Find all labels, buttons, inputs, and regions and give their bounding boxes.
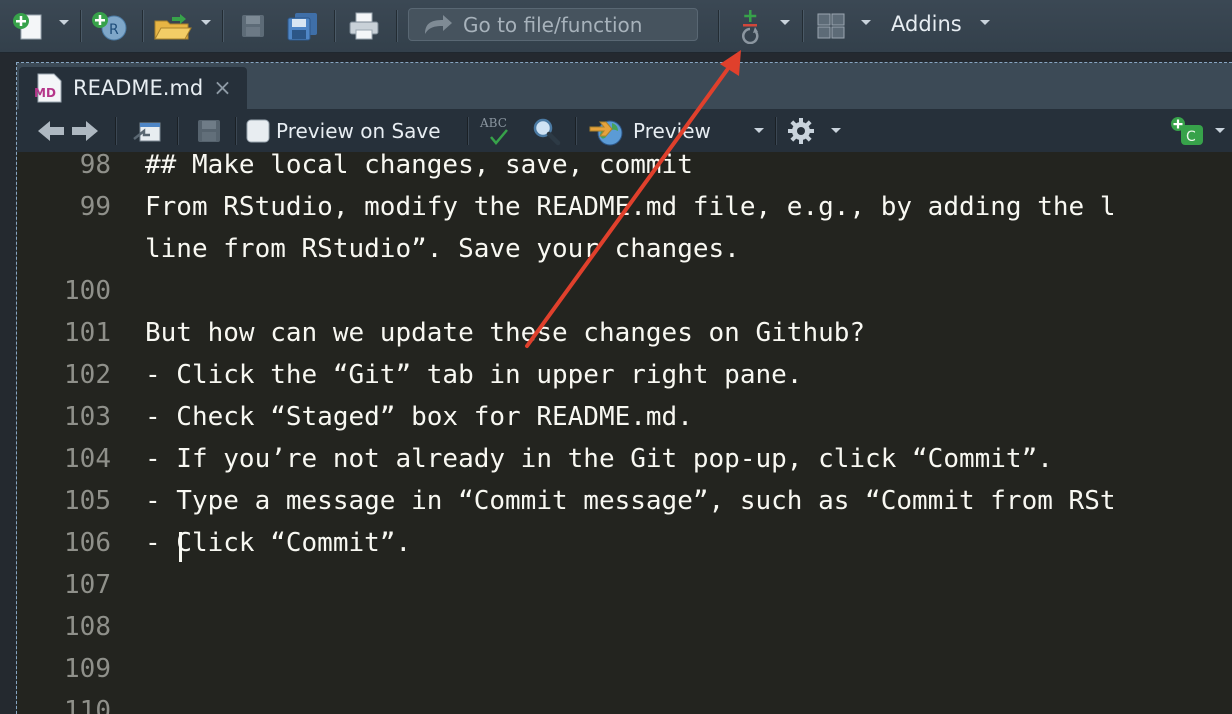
- new-project-button[interactable]: R: [90, 8, 130, 44]
- new-project-icon: R: [92, 12, 127, 41]
- back-arrow-icon: [38, 121, 64, 141]
- checkbox-icon: [246, 119, 270, 143]
- preview-dropdown[interactable]: [754, 128, 764, 133]
- toolbar-separator: [396, 10, 397, 42]
- toolbar-separator: [802, 10, 803, 42]
- tab-label: README.md: [73, 76, 204, 100]
- insert-chunk-icon: C: [1171, 117, 1203, 145]
- svg-text:C: C: [1186, 129, 1196, 145]
- line-text: - If you’re not already in the Git pop-u…: [145, 444, 1053, 474]
- workspace-panes-dropdown[interactable]: [861, 20, 871, 25]
- insert-chunk-button[interactable]: C: [1167, 115, 1207, 147]
- save-icon: [242, 15, 264, 37]
- editor-toolbar: Preview on Save ABC Preview C: [17, 109, 1232, 154]
- line-number: 100: [64, 276, 111, 306]
- new-file-icon: [13, 13, 42, 40]
- line-number: 110: [64, 696, 111, 714]
- toolbar-separator: [718, 10, 719, 42]
- open-file-button[interactable]: [152, 8, 192, 44]
- show-in-window-icon: [133, 122, 161, 142]
- code-editor[interactable]: 98 ## Make local changes, save, commit 99…: [17, 152, 1232, 714]
- main-toolbar: R Go to file/function Addins: [0, 0, 1232, 53]
- toolbar-separator: [334, 10, 335, 42]
- toolbar-separator: [80, 10, 81, 42]
- line-text: But how can we update these changes on G…: [145, 318, 866, 348]
- toolbar-separator: [115, 117, 116, 145]
- save-button[interactable]: [236, 8, 270, 44]
- go-to-file-function-placeholder: Go to file/function: [463, 12, 643, 37]
- spellcheck-text: ABC: [479, 116, 507, 130]
- print-icon: [349, 12, 379, 40]
- toolbar-separator: [142, 10, 143, 42]
- new-file-dropdown[interactable]: [59, 20, 69, 25]
- print-button[interactable]: [344, 8, 384, 44]
- search-icon: [533, 118, 561, 146]
- line-number: 109: [64, 654, 111, 684]
- addins-menu[interactable]: Addins: [891, 12, 962, 36]
- line-number: 99: [79, 192, 111, 222]
- vcs-git-icon: [742, 10, 759, 44]
- preview-button-icon-wrap[interactable]: [587, 115, 627, 147]
- vcs-git-button[interactable]: [732, 8, 768, 44]
- open-folder-icon: [154, 14, 192, 40]
- settings-button[interactable]: [785, 115, 817, 147]
- tab-readme-md[interactable]: MD README.md ×: [19, 67, 247, 109]
- toolbar-separator: [775, 117, 776, 145]
- line-text: line from RStudio”. Save your changes.: [145, 234, 740, 264]
- close-tab-icon[interactable]: ×: [213, 76, 231, 101]
- line-text: - Check “Staged” box for README.md.: [145, 402, 693, 432]
- save-icon: [198, 120, 220, 142]
- spellcheck-icon: ABC: [479, 116, 508, 145]
- forward-arrow-icon: [72, 121, 98, 141]
- line-number: 108: [64, 612, 111, 642]
- vcs-git-dropdown[interactable]: [780, 20, 790, 25]
- line-number: 104: [64, 444, 111, 474]
- editor-tab-strip: MD README.md ×: [17, 63, 1232, 109]
- workspace-panes-button[interactable]: [812, 8, 850, 44]
- toolbar-separator: [222, 10, 223, 42]
- save-all-icon: [287, 13, 317, 41]
- addins-dropdown[interactable]: [980, 20, 990, 25]
- line-number: 101: [64, 318, 111, 348]
- toolbar-separator: [235, 117, 236, 145]
- preview-globe-icon: [589, 120, 623, 146]
- line-number: 98: [79, 152, 111, 180]
- go-to-file-function-input[interactable]: Go to file/function: [408, 8, 698, 41]
- insert-chunk-dropdown[interactable]: [1215, 128, 1225, 133]
- save-document-button[interactable]: [193, 115, 225, 147]
- line-number: 102: [64, 360, 111, 390]
- text-cursor: [179, 532, 182, 562]
- line-number: 107: [64, 570, 111, 600]
- layout-grid-icon: [817, 13, 845, 39]
- preview-on-save-label[interactable]: Preview on Save: [276, 119, 441, 143]
- line-number: 103: [64, 402, 111, 432]
- toolbar-separator: [177, 117, 178, 145]
- line-text: ## Make local changes, save, commit: [145, 152, 693, 180]
- find-replace-button[interactable]: [529, 115, 563, 147]
- markdown-file-icon: MD: [34, 73, 62, 103]
- line-text: - Click “Commit”.: [145, 528, 412, 558]
- svg-text:MD: MD: [34, 86, 56, 100]
- show-in-new-window-button[interactable]: [129, 115, 165, 147]
- open-file-dropdown[interactable]: [201, 20, 211, 25]
- forward-button[interactable]: [69, 115, 101, 147]
- preview-button[interactable]: Preview: [633, 119, 711, 143]
- settings-dropdown[interactable]: [831, 128, 841, 133]
- gear-icon: [788, 118, 814, 144]
- back-button[interactable]: [35, 115, 67, 147]
- line-number: 105: [64, 486, 111, 516]
- spellcheck-button[interactable]: ABC: [479, 115, 517, 147]
- line-text: - Click the “Git” tab in upper right pan…: [145, 360, 803, 390]
- line-text: From RStudio, modify the README.md file,…: [145, 192, 1116, 222]
- toolbar-separator: [467, 117, 468, 145]
- preview-on-save-checkbox[interactable]: [245, 115, 271, 147]
- go-to-arrow-icon: [425, 14, 452, 34]
- svg-text:R: R: [109, 22, 119, 38]
- save-all-button[interactable]: [282, 8, 322, 44]
- new-file-button[interactable]: [10, 8, 46, 44]
- line-number: 106: [64, 528, 111, 558]
- line-text: - Type a message in “Commit message”, su…: [145, 486, 1116, 516]
- toolbar-separator: [575, 117, 576, 145]
